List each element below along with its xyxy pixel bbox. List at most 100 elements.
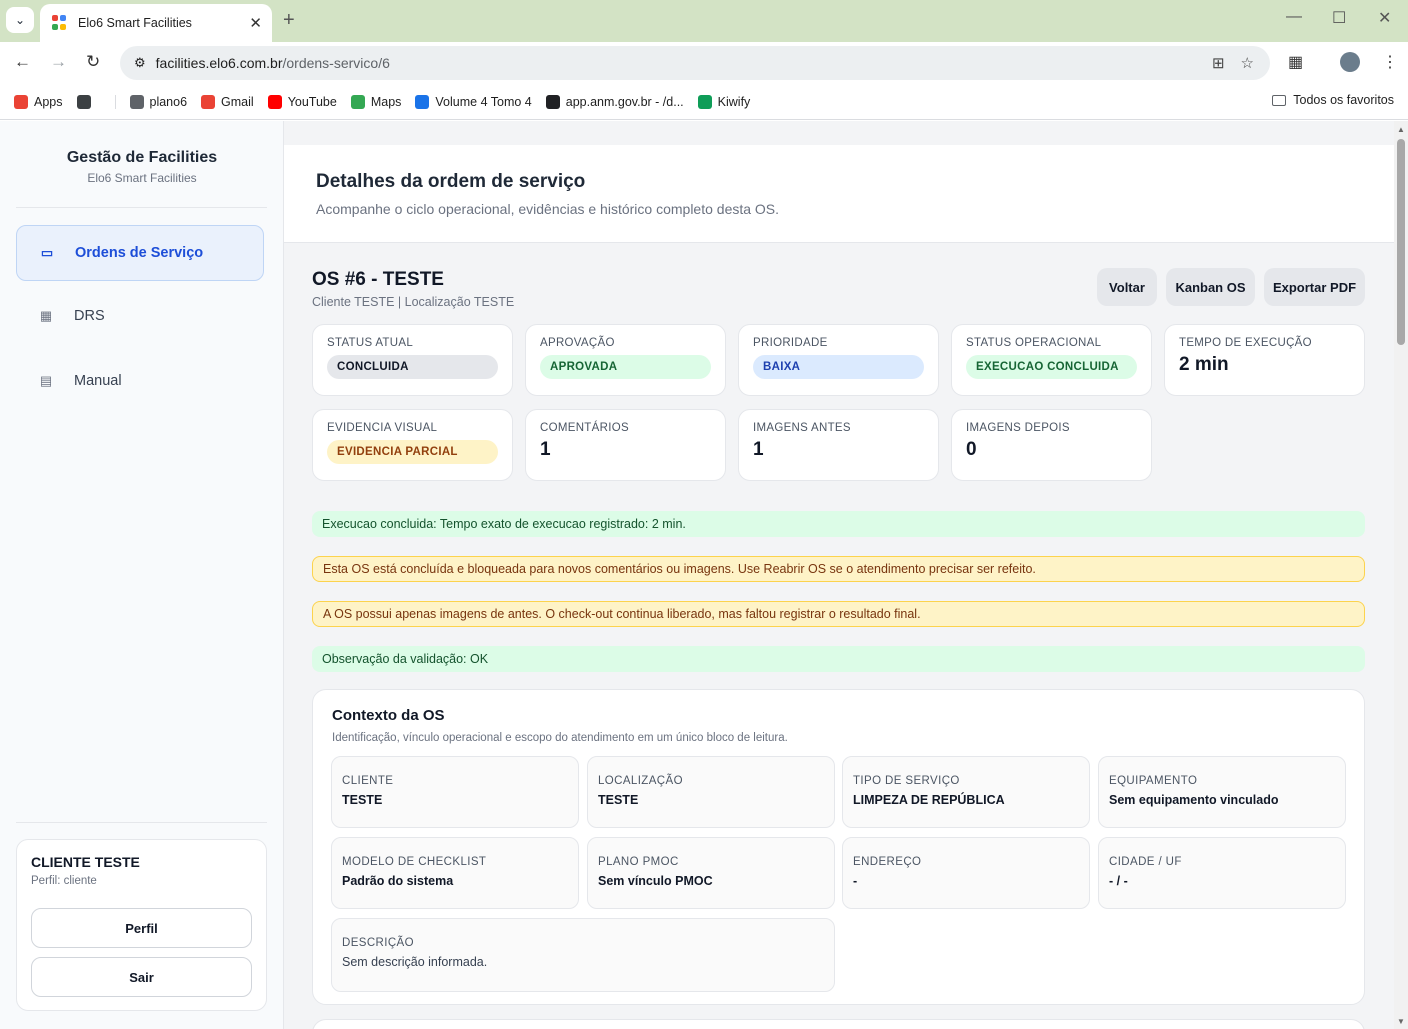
logout-button[interactable]: Sair xyxy=(31,957,252,997)
forward-arrow-icon[interactable]: → xyxy=(50,52,67,72)
stat-label: TEMPO DE EXECUÇÃO xyxy=(1179,337,1312,349)
alert-message: Esta OS está concluída e bloqueada para … xyxy=(312,556,1365,582)
scrollbar-thumb[interactable] xyxy=(1397,139,1405,345)
stat-label: COMENTÁRIOS xyxy=(540,422,629,434)
export-pdf-button[interactable]: Exportar PDF xyxy=(1264,268,1365,306)
app-title: Gestão de Facilities xyxy=(66,149,218,166)
page-title: Detalhes da ordem de serviço xyxy=(316,171,586,192)
bookmark-icon xyxy=(697,94,712,109)
bookmark-item[interactable]: plano6 xyxy=(114,94,188,109)
sidebar-item-drs[interactable]: ▦ DRS xyxy=(16,288,264,344)
browser-tab[interactable]: Elo6 Smart Facilities ✕ xyxy=(40,4,272,42)
url-bar[interactable]: ⚙ facilities.elo6.com.br/ordens-servico/… xyxy=(120,46,1270,80)
user-role: Perfil: cliente xyxy=(31,875,97,887)
all-bookmarks[interactable]: Todos os favoritos xyxy=(1272,93,1394,107)
field-value: Sem vínculo PMOC xyxy=(598,874,713,888)
field-label: EQUIPAMENTO xyxy=(1109,775,1198,787)
stat-card: TEMPO DE EXECUÇÃO 2 min xyxy=(1164,324,1365,396)
bookmark-icon xyxy=(76,94,91,109)
minimize-icon[interactable]: — xyxy=(1286,8,1302,26)
close-window-icon[interactable]: ✕ xyxy=(1378,8,1391,28)
field-value: LIMPEZA DE REPÚBLICA xyxy=(853,793,1005,807)
bookmark-item[interactable]: Apps xyxy=(14,94,63,109)
stat-value: 1 xyxy=(540,439,551,460)
os-title: OS #6 - TESTE xyxy=(312,269,444,290)
field-label: ENDEREÇO xyxy=(853,856,922,868)
context-field: DESCRIÇÃO Sem descrição informada. xyxy=(331,918,835,992)
stat-label: STATUS ATUAL xyxy=(327,337,414,349)
sidebar-item-manual[interactable]: ▤ Manual xyxy=(16,353,264,409)
field-label: CIDADE / UF xyxy=(1109,856,1182,868)
context-title: Contexto da OS xyxy=(332,707,445,724)
app-subtitle: Elo6 Smart Facilities xyxy=(87,171,197,185)
stat-label: STATUS OPERACIONAL xyxy=(966,337,1102,349)
divider xyxy=(16,207,267,208)
sidebar-item-ordens-de-servico[interactable]: ▭ Ordens de Serviço xyxy=(16,225,264,281)
bookmark-item[interactable] xyxy=(76,94,97,109)
stat-value: 0 xyxy=(966,439,977,460)
field-value: Padrão do sistema xyxy=(342,874,454,888)
scroll-up-icon[interactable]: ▲ xyxy=(1397,125,1405,134)
context-field: LOCALIZAÇÃO TESTE xyxy=(587,756,835,828)
bookmark-icon xyxy=(201,94,216,109)
bookmark-item[interactable]: Volume 4 Tomo 4 xyxy=(415,94,532,109)
bookmark-icon xyxy=(14,94,28,109)
back-button[interactable]: Voltar xyxy=(1097,268,1157,306)
bookmark-item[interactable]: app.anm.gov.br - /d... xyxy=(545,94,684,109)
sidebar-item-label: Ordens de Serviço xyxy=(75,245,204,261)
bookmark-icon xyxy=(350,94,365,109)
bookmark-label: Volume 4 Tomo 4 xyxy=(435,94,532,109)
field-value: - xyxy=(853,874,858,888)
stat-label: IMAGENS DEPOIS xyxy=(966,422,1070,434)
field-label: TIPO DE SERVIÇO xyxy=(853,775,960,787)
page-scrollbar[interactable]: ▲ ▼ xyxy=(1394,121,1408,1029)
stat-card: PRIORIDADE BAIXA xyxy=(738,324,939,396)
bookmark-icon xyxy=(267,94,282,109)
context-field: CLIENTE TESTE xyxy=(331,756,579,828)
new-tab-icon[interactable]: + xyxy=(283,9,295,32)
stat-card: APROVAÇÃO APROVADA xyxy=(525,324,726,396)
stat-card: EVIDENCIA VISUAL EVIDENCIA PARCIAL xyxy=(312,409,513,481)
close-tab-icon[interactable]: ✕ xyxy=(249,14,262,32)
bookmark-label: Kiwify xyxy=(717,94,751,109)
back-arrow-icon[interactable]: ← xyxy=(14,52,31,72)
status-badge: EVIDENCIA PARCIAL xyxy=(327,440,498,464)
sidebar-item-label: DRS xyxy=(74,308,105,324)
calendar-icon: ▦ xyxy=(39,308,53,323)
sidebar-brand: Gestão de Facilities Elo6 Smart Faciliti… xyxy=(0,149,284,185)
bookmark-item[interactable]: YouTube xyxy=(267,94,337,109)
context-field: EQUIPAMENTO Sem equipamento vinculado xyxy=(1098,756,1346,828)
tab-search-chevron-icon[interactable]: ⌄ xyxy=(6,7,34,33)
all-bookmarks-label: Todos os favoritos xyxy=(1293,93,1394,107)
stat-value: 1 xyxy=(753,439,764,460)
bookmark-icon xyxy=(129,94,144,109)
bookmark-star-icon[interactable]: ☆ xyxy=(1241,54,1254,72)
stat-value: 2 min xyxy=(1179,354,1229,375)
stat-card: IMAGENS DEPOIS 0 xyxy=(951,409,1152,481)
profile-avatar[interactable] xyxy=(1340,52,1360,72)
bookmark-item[interactable]: Kiwify xyxy=(697,94,751,109)
alert-message: Execucao concluida: Tempo exato de execu… xyxy=(312,511,1365,537)
profile-button[interactable]: Perfil xyxy=(31,908,252,948)
bookmark-label: plano6 xyxy=(149,94,188,109)
stat-label: PRIORIDADE xyxy=(753,337,828,349)
page-subtitle: Acompanhe o ciclo operacional, evidência… xyxy=(316,201,780,217)
browser-tabstrip: ⌄ Elo6 Smart Facilities ✕ + — ☐ ✕ xyxy=(0,0,1408,42)
folder-icon xyxy=(1272,94,1287,106)
kanban-button[interactable]: Kanban OS xyxy=(1166,268,1255,306)
reload-icon[interactable]: ↻ xyxy=(86,52,100,72)
extensions-icon[interactable]: ▦ xyxy=(1288,52,1303,72)
maximize-icon[interactable]: ☐ xyxy=(1332,8,1346,28)
menu-kebab-icon[interactable]: ⋮ xyxy=(1382,52,1398,72)
bookmark-label: YouTube xyxy=(287,94,337,109)
scroll-down-icon[interactable]: ▼ xyxy=(1397,1017,1405,1026)
bookmark-item[interactable]: Maps xyxy=(350,94,401,109)
bookmark-item[interactable]: Gmail xyxy=(201,94,254,109)
install-app-icon[interactable]: ⊞ xyxy=(1212,54,1225,72)
status-badge: EXECUCAO CONCLUIDA xyxy=(966,355,1137,379)
status-badge: CONCLUIDA xyxy=(327,355,498,379)
bookmark-label: app.anm.gov.br - /d... xyxy=(565,94,684,109)
document-icon: ▤ xyxy=(39,373,53,388)
site-settings-icon[interactable]: ⚙ xyxy=(134,55,146,71)
stat-card: IMAGENS ANTES 1 xyxy=(738,409,939,481)
